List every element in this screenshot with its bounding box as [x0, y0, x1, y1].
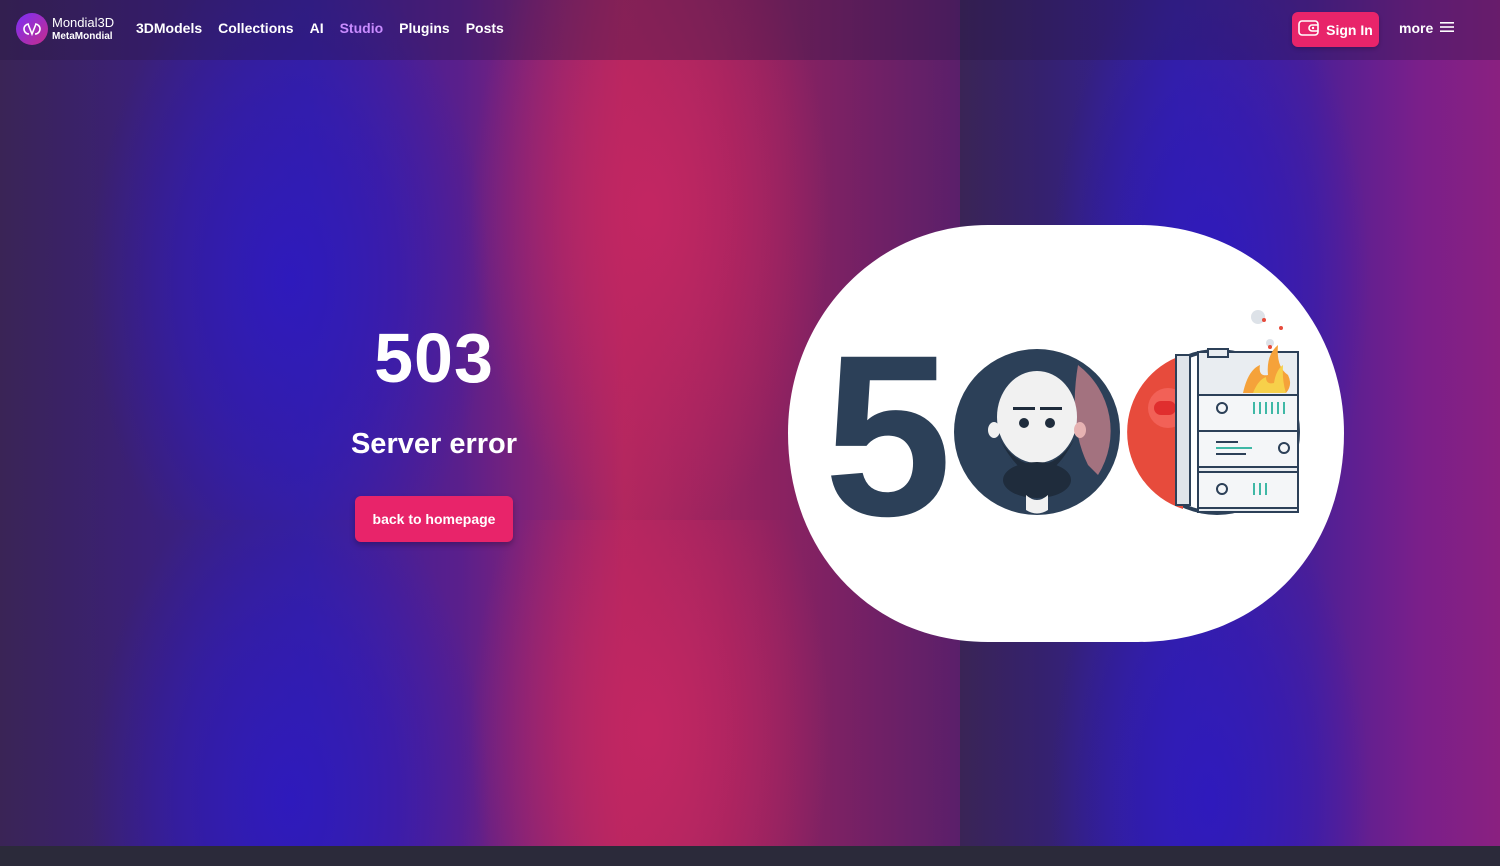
top-navbar: Mondial3D MetaMondial 3DModels Collectio…	[0, 0, 1500, 60]
nav-plugins[interactable]: Plugins	[399, 20, 450, 36]
nav-3dmodels[interactable]: 3DModels	[136, 20, 202, 36]
error-title: Server error	[350, 428, 518, 460]
more-label: more	[1399, 20, 1434, 36]
sign-in-button[interactable]: Sign In	[1292, 12, 1379, 47]
back-to-homepage-button[interactable]: back to homepage	[355, 496, 513, 542]
sign-in-label: Sign In	[1326, 21, 1373, 38]
main-nav: 3DModels Collections AI Studio Plugins P…	[136, 20, 504, 36]
mondial3d-logo-icon	[16, 13, 48, 45]
nav-posts[interactable]: Posts	[466, 20, 504, 36]
brand-name: Mondial3D	[52, 15, 115, 31]
hamburger-icon	[1439, 20, 1455, 36]
bearded-man-icon	[954, 349, 1120, 515]
server-error-illustration: 5	[788, 225, 1344, 642]
brand-subtitle: MetaMondial	[52, 30, 113, 42]
illustration-digit: 5	[824, 307, 952, 564]
brand-link[interactable]: Mondial3D MetaMondial	[16, 13, 114, 45]
nav-studio[interactable]: Studio	[340, 20, 384, 36]
page: Mondial3D MetaMondial 3DModels Collectio…	[0, 0, 1500, 866]
wallet-icon	[1298, 19, 1320, 40]
more-menu-button[interactable]: more	[1399, 20, 1455, 36]
error-code: 503	[374, 319, 494, 397]
nav-collections[interactable]: Collections	[218, 20, 293, 36]
nav-ai[interactable]: AI	[310, 20, 324, 36]
footer-strip	[0, 846, 1500, 866]
